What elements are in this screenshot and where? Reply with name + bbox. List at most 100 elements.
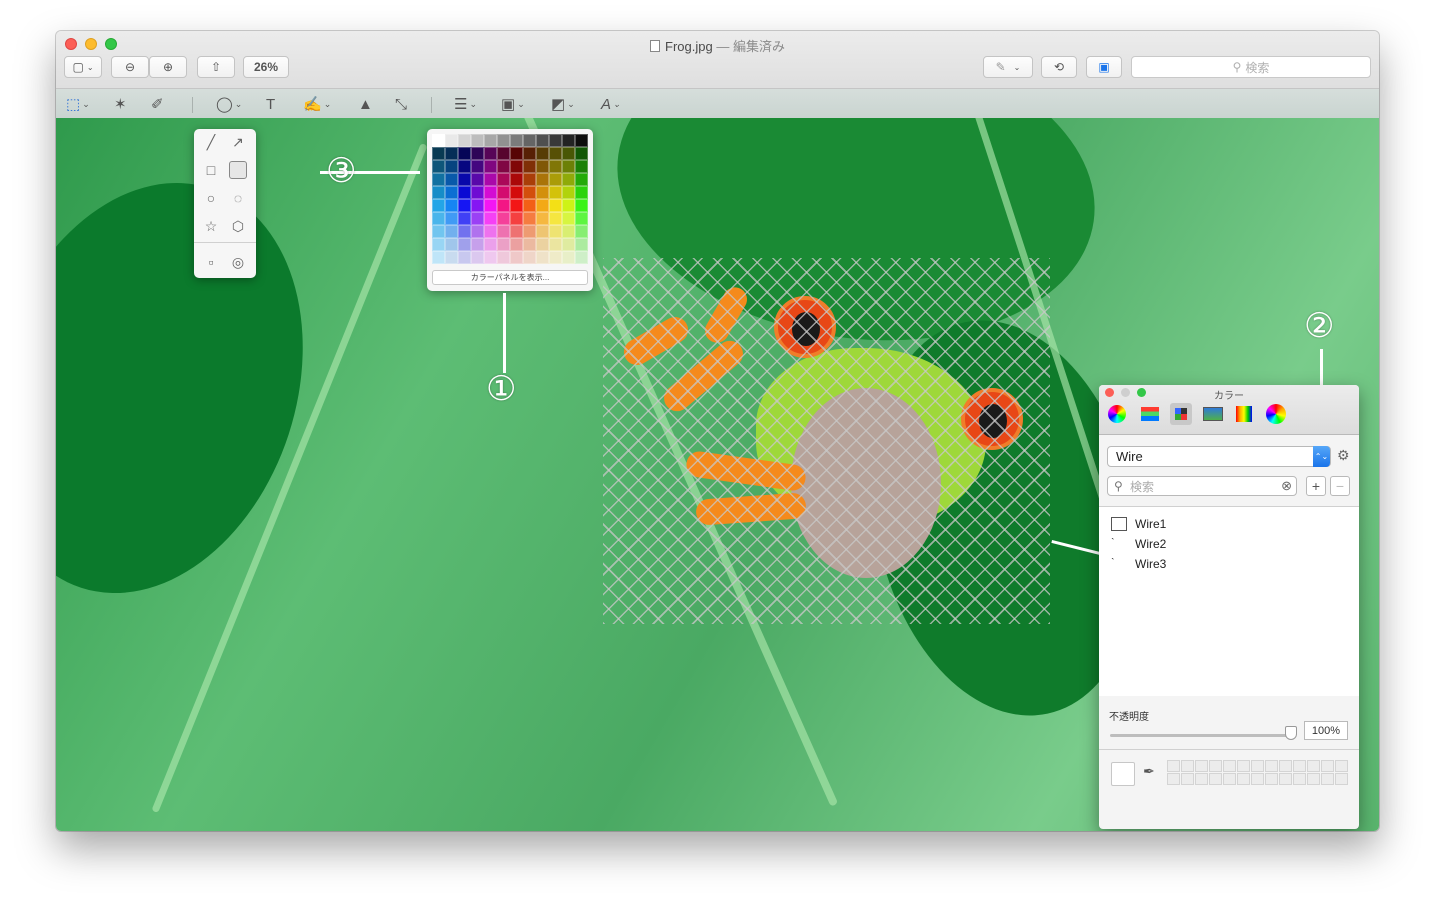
color-swatch[interactable] <box>536 251 549 264</box>
color-swatch[interactable] <box>523 199 536 212</box>
color-swatch[interactable] <box>484 212 497 225</box>
color-swatch[interactable] <box>549 212 562 225</box>
color-swatch[interactable] <box>497 225 510 238</box>
color-swatch-grid[interactable] <box>432 134 588 264</box>
color-swatch[interactable] <box>458 238 471 251</box>
search-field[interactable]: ⚲ 検索 <box>1131 56 1371 78</box>
color-well[interactable] <box>1279 760 1292 772</box>
eyedropper-icon[interactable]: ✒ <box>1143 763 1155 780</box>
color-well[interactable] <box>1195 760 1208 772</box>
sign-tool[interactable]: ✍ ⌄ <box>303 94 331 114</box>
adjust-size-tool[interactable]: ⤡ <box>395 94 407 114</box>
zoom-in-button[interactable]: ⊕ <box>149 56 187 78</box>
color-swatch[interactable] <box>458 173 471 186</box>
color-swatch[interactable] <box>575 225 588 238</box>
color-well[interactable] <box>1307 760 1320 772</box>
color-sliders-tab[interactable] <box>1139 403 1161 425</box>
color-swatch[interactable] <box>458 186 471 199</box>
color-swatch[interactable] <box>562 134 575 147</box>
color-well[interactable] <box>1209 760 1222 772</box>
color-swatch[interactable] <box>484 160 497 173</box>
color-swatch[interactable] <box>458 199 471 212</box>
color-swatch[interactable] <box>536 238 549 251</box>
color-swatch[interactable] <box>510 147 523 160</box>
color-swatch[interactable] <box>562 212 575 225</box>
color-swatch[interactable] <box>445 199 458 212</box>
color-swatch[interactable] <box>575 199 588 212</box>
current-color-swatch[interactable] <box>1111 762 1135 786</box>
add-color-button[interactable]: + <box>1306 476 1326 496</box>
color-swatch[interactable] <box>523 186 536 199</box>
text-tool[interactable]: T <box>266 94 275 114</box>
color-swatch[interactable] <box>432 160 445 173</box>
crayons-tab[interactable] <box>1233 403 1255 425</box>
color-swatch[interactable] <box>575 238 588 251</box>
color-well[interactable] <box>1167 773 1180 785</box>
color-swatch[interactable] <box>432 251 445 264</box>
color-swatch[interactable] <box>471 238 484 251</box>
color-swatch[interactable] <box>549 199 562 212</box>
color-well[interactable] <box>1293 760 1306 772</box>
arrow-shape-icon[interactable]: ↗ <box>229 133 247 151</box>
color-swatch[interactable] <box>445 212 458 225</box>
color-swatch[interactable] <box>510 225 523 238</box>
color-swatch[interactable] <box>523 160 536 173</box>
color-swatch[interactable] <box>562 173 575 186</box>
color-swatch[interactable] <box>575 134 588 147</box>
color-swatch[interactable] <box>523 251 536 264</box>
opacity-slider-thumb[interactable] <box>1285 726 1297 740</box>
color-well[interactable] <box>1223 773 1236 785</box>
color-swatch[interactable] <box>536 134 549 147</box>
color-well[interactable] <box>1209 773 1222 785</box>
color-well[interactable] <box>1321 760 1334 772</box>
color-swatch[interactable] <box>484 238 497 251</box>
color-palettes-tab[interactable] <box>1170 403 1192 425</box>
instant-alpha-tool[interactable]: ✶ <box>114 94 127 114</box>
color-swatch[interactable] <box>549 225 562 238</box>
border-color-tool[interactable]: ▣ ⌄ <box>501 94 525 114</box>
color-swatch[interactable] <box>497 212 510 225</box>
list-item[interactable]: Wire1 <box>1135 517 1166 531</box>
line-shape-icon[interactable]: ╱ <box>202 133 220 151</box>
color-swatch[interactable] <box>471 251 484 264</box>
speech-bubble-shape-icon[interactable]: ◌ <box>229 189 247 207</box>
color-swatch[interactable] <box>445 147 458 160</box>
oval-shape-icon[interactable]: ○ <box>202 189 220 207</box>
color-swatch[interactable] <box>445 173 458 186</box>
opacity-value-field[interactable]: 100% <box>1304 721 1348 740</box>
zoom-out-button[interactable]: ⊖ <box>111 56 149 78</box>
color-swatch[interactable] <box>510 160 523 173</box>
color-swatch[interactable] <box>536 160 549 173</box>
color-swatch[interactable] <box>445 186 458 199</box>
rotate-button[interactable]: ⟲ <box>1041 56 1077 78</box>
custom-color-wells[interactable] <box>1167 760 1348 786</box>
color-swatch[interactable] <box>471 134 484 147</box>
color-swatch[interactable] <box>510 251 523 264</box>
color-swatch[interactable] <box>458 134 471 147</box>
color-swatch[interactable] <box>523 238 536 251</box>
toolbox-button[interactable]: ▣ <box>1086 56 1122 78</box>
color-swatch[interactable] <box>445 134 458 147</box>
color-swatch[interactable] <box>445 225 458 238</box>
color-swatch[interactable] <box>510 186 523 199</box>
color-swatch[interactable] <box>562 225 575 238</box>
color-swatch[interactable] <box>484 186 497 199</box>
color-swatch[interactable] <box>523 147 536 160</box>
color-swatch[interactable] <box>562 251 575 264</box>
remove-color-button[interactable]: − <box>1330 476 1350 496</box>
color-well[interactable] <box>1167 760 1180 772</box>
color-swatch[interactable] <box>549 173 562 186</box>
color-swatch[interactable] <box>484 199 497 212</box>
color-swatch[interactable] <box>536 173 549 186</box>
color-swatch[interactable] <box>575 160 588 173</box>
palette-selector[interactable]: Wire ⌃⌄ <box>1107 446 1331 467</box>
color-swatch[interactable] <box>497 238 510 251</box>
color-well[interactable] <box>1335 773 1348 785</box>
star-shape-icon[interactable]: ☆ <box>202 217 220 235</box>
show-color-panel-button[interactable]: カラーパネルを表示... <box>432 270 588 285</box>
text-style-tool[interactable]: A ⌄ <box>601 94 621 114</box>
loupe-shape-icon[interactable]: ◎ <box>229 253 247 271</box>
color-swatch[interactable] <box>536 212 549 225</box>
color-swatch[interactable] <box>523 212 536 225</box>
color-swatch[interactable] <box>471 212 484 225</box>
